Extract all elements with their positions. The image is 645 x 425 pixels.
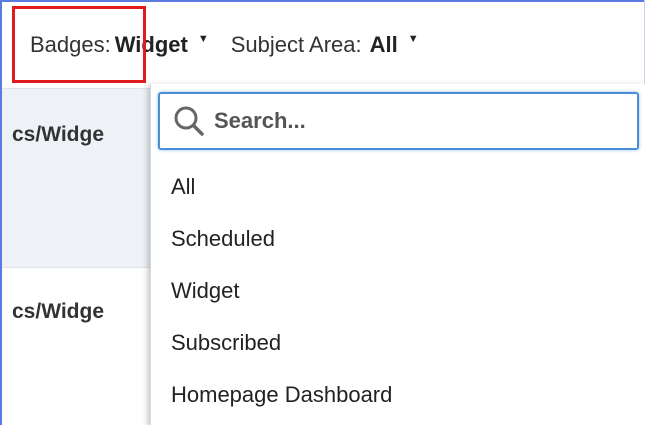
- screen: cs/Widge cs/Widge Badges: Widget ▼ Subje…: [0, 0, 645, 425]
- dropdown-option-widget[interactable]: Widget: [171, 276, 392, 328]
- dropdown-option-all[interactable]: All: [171, 172, 392, 224]
- caret-down-icon[interactable]: ▼: [408, 33, 419, 45]
- dropdown-option-scheduled[interactable]: Scheduled: [171, 224, 392, 276]
- search-input[interactable]: [212, 107, 616, 135]
- table-row[interactable]: cs/Widge: [2, 268, 152, 425]
- search-icon: [172, 104, 206, 138]
- dropdown-options: All Scheduled Widget Subscribed Homepage…: [171, 172, 392, 425]
- dropdown-option-homepage-dashboard[interactable]: Homepage Dashboard: [171, 380, 392, 425]
- caret-down-icon[interactable]: ▼: [198, 33, 209, 45]
- dropdown-option-subscribed[interactable]: Subscribed: [171, 328, 392, 380]
- highlight-box: [12, 6, 146, 83]
- row-title: cs/Widge: [12, 123, 104, 146]
- badges-dropdown: All Scheduled Widget Subscribed Homepage…: [150, 84, 645, 425]
- search-box[interactable]: [158, 92, 639, 150]
- frame-border-top: [0, 0, 645, 2]
- subject-area-filter-value[interactable]: All: [370, 32, 398, 58]
- row-title: cs/Widge: [12, 300, 104, 323]
- table-row[interactable]: cs/Widge: [2, 88, 152, 268]
- subject-area-filter-label: Subject Area:: [230, 32, 362, 57]
